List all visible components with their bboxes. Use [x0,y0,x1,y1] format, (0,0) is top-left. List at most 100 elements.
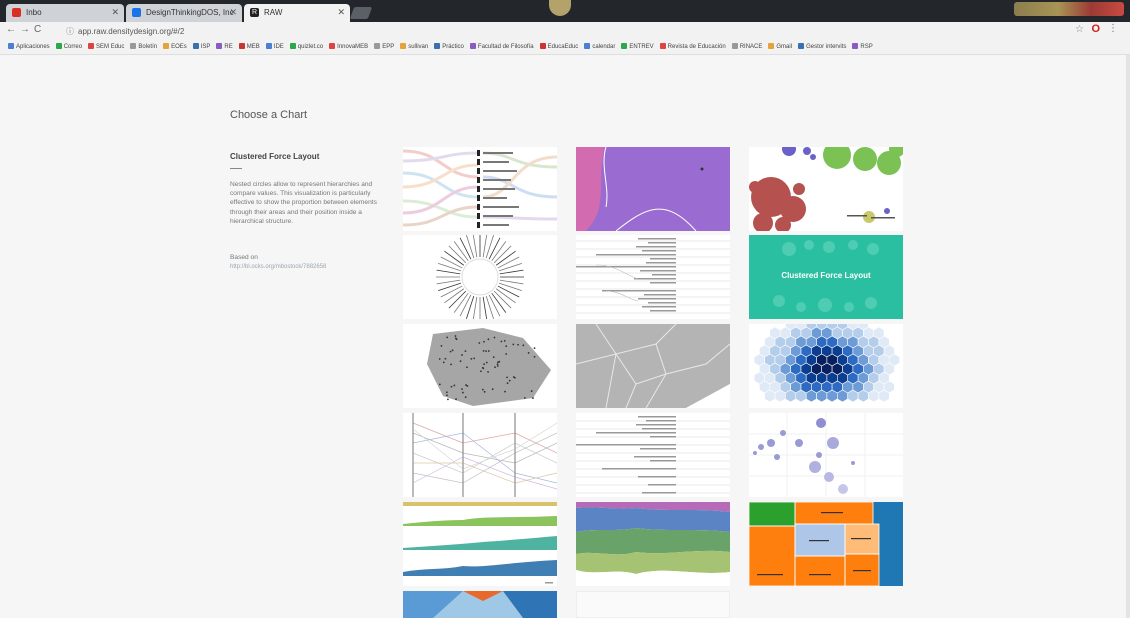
chart-tile-small-multiples[interactable] [403,502,557,586]
chart-tile-tree-dendrogram[interactable] [576,413,730,497]
hull-point [450,385,453,388]
hull-point [491,388,494,391]
bookmark-icon [55,43,62,49]
bookmark-item[interactable]: Práctico [434,43,464,50]
bookmark-item[interactable]: Aplicaciones [8,43,50,50]
scrollbar[interactable] [1126,55,1130,618]
pie-thumbnail [403,591,557,618]
bookmark-item[interactable]: RINACE [731,43,762,50]
bookmark-item[interactable]: Facultad de Filosofía [469,43,534,50]
bookmark-star-icon[interactable]: ☆ [1075,24,1084,35]
close-icon[interactable]: ✕ [111,7,119,18]
hull-point [482,349,485,352]
hex-cell [878,389,890,403]
dendrogram-spoke [482,296,488,319]
bookmark-item[interactable]: sullivan [400,43,428,50]
hull-point [530,390,533,392]
hex-cell [868,389,880,403]
divider [230,168,242,169]
voronoi-thumbnail [576,324,730,408]
bookmark-item[interactable]: InnovaMEB [329,43,368,50]
bookmark-icon [798,43,805,49]
profile-avatar[interactable] [549,0,571,16]
chart-tile-parallel-coordinates[interactable] [403,413,557,497]
bookmark-item[interactable]: RE [216,43,233,50]
menu-icon[interactable]: ⋮ [1108,23,1118,34]
bookmark-label: quizlet.co [297,44,324,50]
selected-chart-title: Clustered Force Layout [230,152,320,161]
bookmark-label: RSP [860,44,873,50]
tile-label: Clustered Force Layout [781,271,871,280]
bookmark-item[interactable]: ENTREV [621,43,654,50]
dendrogram-spoke [498,282,522,291]
close-icon[interactable]: ✕ [229,7,237,18]
bookmark-item[interactable]: IDE [265,43,284,50]
hex-cell [785,389,797,403]
window-controls[interactable] [1014,2,1124,16]
hull-point [453,384,456,387]
dendrogram-spoke [440,285,463,298]
chart-tile-cluster-dendrogram[interactable] [576,235,730,319]
bookmark-item[interactable]: calendar [584,43,615,50]
close-icon[interactable]: ✕ [337,7,345,18]
chart-tile-pie[interactable] [403,591,557,618]
dendrogram-ring [461,258,499,296]
scatter-plot-thumbnail [749,413,903,497]
chart-tile-treemap[interactable] [749,502,903,586]
chart-tile-convex-hull[interactable] [403,324,557,408]
bookmark-item[interactable]: MEB [238,43,260,50]
info-icon[interactable]: ⓘ [66,27,74,36]
gmail-icon [12,8,21,17]
bookmark-item[interactable]: EPP [374,43,394,50]
chart-tile-scatter-plot[interactable] [749,413,903,497]
dendrogram-spoke [482,235,488,258]
bookmark-item[interactable]: Gestor intervits [798,43,846,50]
bookmark-item[interactable]: quizlet.co [289,43,324,50]
bookmark-icon [329,43,336,49]
forward-arrow-icon[interactable]: → [20,24,30,35]
hull-point [485,350,487,353]
bookmark-item[interactable]: EOEs [163,43,187,50]
bookmark-icon [469,43,476,49]
based-on-label: Based on [230,254,258,261]
chart-tile-blank[interactable] [576,591,730,618]
tab-designthinking[interactable]: DesignThinkingDOS, Inc ✕ [126,4,242,22]
bookmark-icon [731,43,738,49]
bookmark-item[interactable]: Revista de Educación [659,43,726,50]
chart-tile-bubble-chart[interactable] [749,147,903,231]
bookmark-item[interactable]: Boletín [130,43,157,50]
tab-raw[interactable]: R RAW ✕ [244,4,350,22]
bookmark-label: EducaEduc [547,44,579,50]
chart-tile-voronoi[interactable] [576,324,730,408]
chart-tile-circular-dendrogram[interactable] [403,235,557,319]
chart-tile-hexagonal-binning[interactable] [749,324,903,408]
chart-tile-clustered-force-layout[interactable]: Clustered Force Layout [749,235,903,319]
hull-point [492,356,495,359]
bookmark-item[interactable]: SEM Educ [88,43,124,50]
bookmark-item[interactable]: RSP [852,43,873,50]
reload-icon[interactable]: C [34,24,41,35]
hull-point [522,344,525,347]
url-bar[interactable]: ⓘ app.raw.densitydesign.org/#/2 [64,24,1064,37]
bookmark-item[interactable]: ISP [192,43,210,50]
opera-icon[interactable]: O [1091,23,1100,35]
hull-point [485,361,488,364]
hull-point [496,363,499,366]
bookmark-item[interactable]: Gmail [768,43,792,50]
bookmark-icon [621,43,628,49]
hull-point [454,335,457,337]
chart-tile-alluvial[interactable] [403,147,557,231]
back-arrow-icon[interactable]: ← [6,24,16,35]
bookmark-label: IDE [273,44,284,50]
new-tab-button[interactable] [349,7,373,19]
chart-tile-area-graph[interactable] [576,147,730,231]
based-on-link[interactable]: http://bl.ocks.org/mbostock/7882658 [230,264,326,270]
chart-tile-streamgraph[interactable] [576,502,730,586]
hull-point [461,391,464,394]
url-text: app.raw.densitydesign.org/#/2 [78,27,185,36]
bookmark-label: SEM Educ [96,44,125,50]
bookmark-item[interactable]: Correo [55,43,82,50]
bookmark-label: EOEs [171,44,187,50]
tab-gmail[interactable]: Inbo ✕ [6,4,124,22]
bookmark-item[interactable]: EducaEduc [539,43,579,50]
